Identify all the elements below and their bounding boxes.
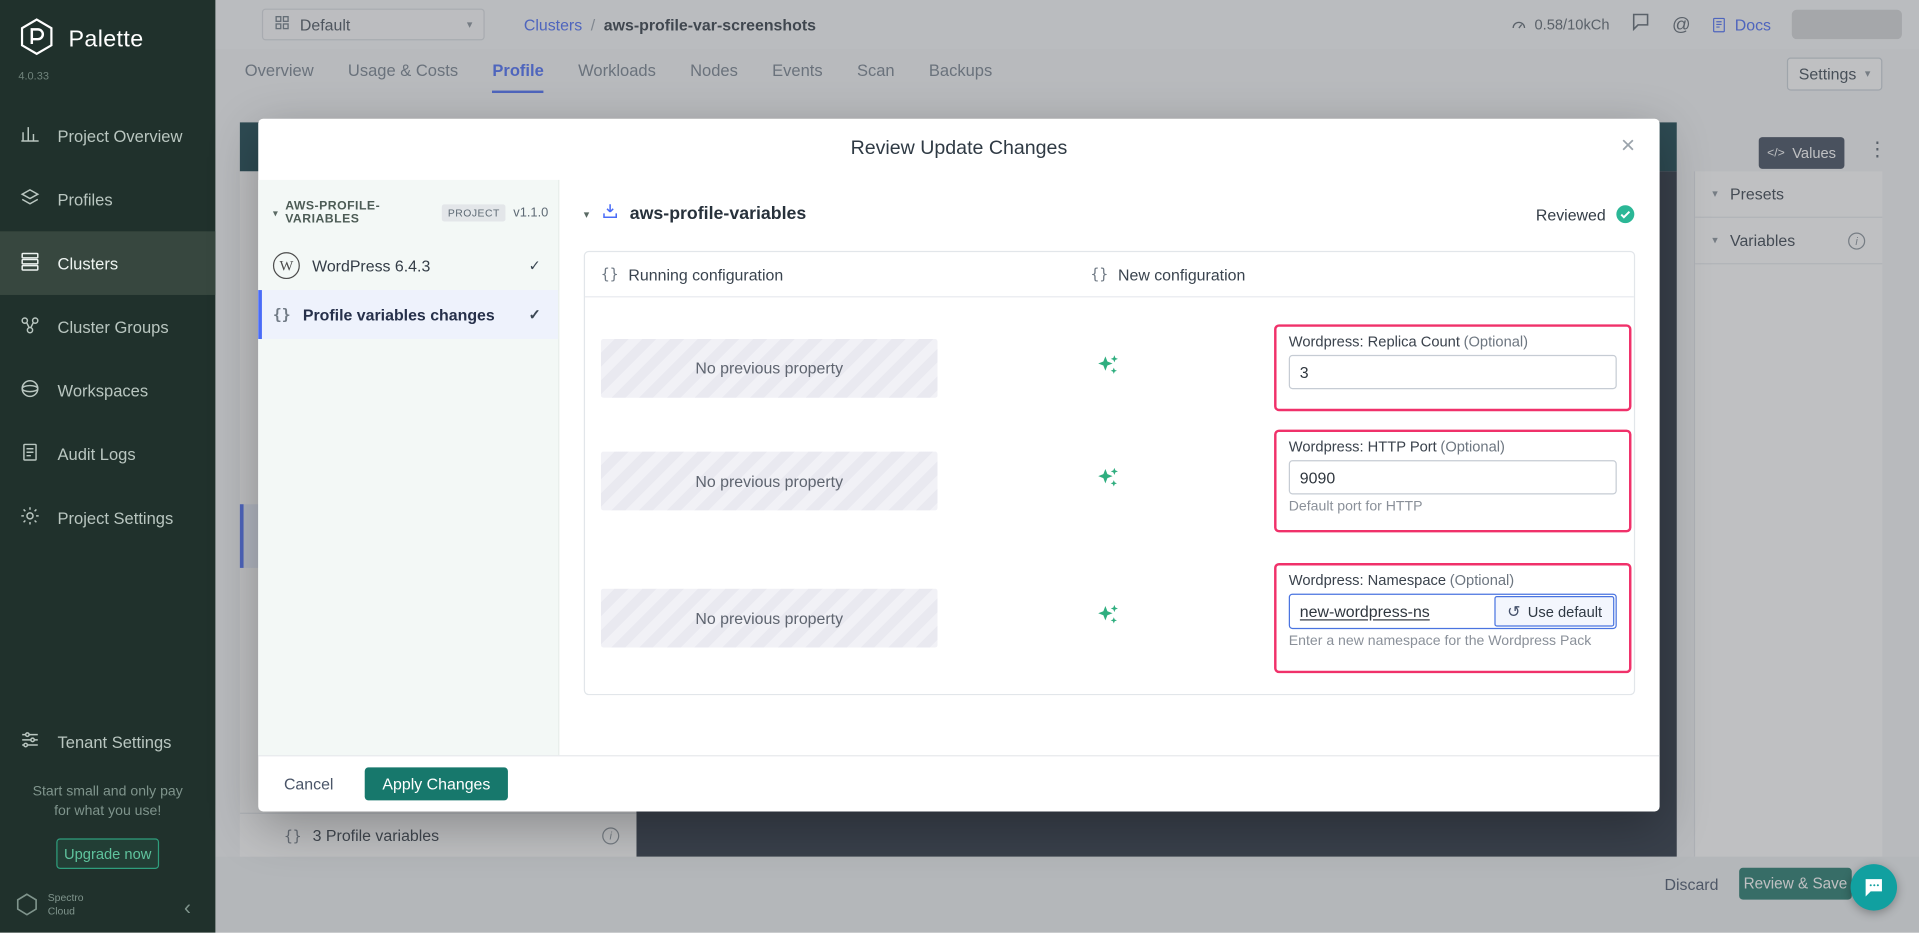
sidebar-item-audit-logs[interactable]: Audit Logs [0, 422, 215, 486]
change-row-replica-count: No previous property Wordpress: Replica … [601, 324, 1634, 411]
sidebar-item-project-overview[interactable]: Project Overview [0, 104, 215, 168]
http-port-input[interactable] [1289, 460, 1617, 494]
sidebar-nav: Project Overview Profiles Clusters Clust… [0, 104, 215, 549]
namespace-input-group: ↺ Use default [1289, 594, 1617, 629]
wordpress-icon: W [273, 252, 300, 279]
sidebar-item-label: Audit Logs [58, 445, 136, 463]
workspaces-icon [20, 378, 41, 402]
palette-logo: Palette [0, 0, 215, 65]
audit-logs-icon [20, 442, 41, 466]
project-overview-icon [20, 124, 41, 148]
change-row-http-port: No previous property Wordpress: HTTP Por… [601, 430, 1634, 533]
change-row-namespace: No previous property Wordpress: Namespac… [601, 563, 1634, 673]
new-variable-namespace: Wordpress: Namespace(Optional) ↺ Use def… [1274, 563, 1631, 673]
app-root: Palette 4.0.33 Project Overview Profiles [0, 0, 1919, 933]
check-icon: ✓ [529, 306, 541, 323]
sidebar-item-workspaces[interactable]: Workspaces [0, 359, 215, 423]
tree-item-wordpress[interactable]: W WordPress 6.4.3 ✓ [258, 241, 558, 290]
new-value-sparkle-icon [1094, 464, 1121, 497]
clusters-icon [20, 251, 41, 275]
cluster-groups-icon [20, 315, 41, 339]
variable-label: Wordpress: Namespace(Optional) [1289, 572, 1617, 589]
profile-version: v1.1.0 [513, 206, 548, 221]
tenant-settings-wrap: Tenant Settings [0, 710, 215, 774]
braces-icon: {} [273, 306, 291, 323]
replica-count-input[interactable] [1289, 355, 1617, 389]
no-previous-property-box: No previous property [601, 338, 938, 397]
sidebar-item-label: Profiles [58, 190, 113, 208]
sidebar-item-label: Clusters [58, 254, 119, 272]
sidebar-collapse-icon[interactable]: ‹ [184, 896, 191, 920]
scope-badge: PROJECT [442, 204, 506, 221]
running-configuration-column: {} Running configuration [585, 265, 1090, 283]
modal-footer: Cancel Apply Changes [258, 755, 1659, 811]
check-circle-icon [1616, 204, 1636, 224]
download-icon [600, 202, 618, 226]
tree-item-profile-variables[interactable]: {} Profile variables changes ✓ [258, 290, 558, 339]
undo-icon: ↺ [1507, 602, 1520, 622]
no-previous-property-box: No previous property [601, 452, 938, 511]
apply-changes-button[interactable]: Apply Changes [365, 767, 507, 800]
app-version: 4.0.33 [0, 65, 215, 89]
helper-text: Default port for HTTP [1289, 499, 1617, 514]
configuration-diff-box: {} Running configuration {} New configur… [584, 251, 1635, 695]
project-settings-gear-icon [20, 505, 41, 529]
pack-title: aws-profile-variables [630, 204, 807, 224]
sidebar-item-label: Project Overview [58, 127, 183, 145]
tree-item-label: WordPress 6.4.3 [312, 256, 430, 274]
spectro-cloud-logo-icon [15, 892, 39, 916]
braces-icon: {} [1090, 266, 1108, 283]
braces-icon: {} [601, 266, 619, 283]
new-variable-replica-count: Wordpress: Replica Count(Optional) [1274, 324, 1631, 411]
new-value-sparkle-icon [1094, 351, 1121, 384]
helper-text: Enter a new namespace for the Wordpress … [1289, 634, 1617, 649]
sidebar-item-label: Tenant Settings [58, 733, 172, 751]
variable-label: Wordpress: HTTP Port(Optional) [1289, 438, 1617, 455]
profiles-icon [20, 187, 41, 211]
modal-profile-tree: ▾ AWS-PROFILE-VARIABLES PROJECT v1.1.0 W… [258, 180, 559, 755]
spectro-cloud-brand: Spectro Cloud [15, 891, 84, 917]
chevron-down-icon[interactable]: ▾ [584, 207, 590, 220]
modal-body: ▾ AWS-PROFILE-VARIABLES PROJECT v1.1.0 W… [258, 180, 1659, 755]
cancel-button[interactable]: Cancel [284, 775, 334, 793]
variable-label: Wordpress: Replica Count(Optional) [1289, 333, 1617, 350]
sidebar-item-tenant-settings[interactable]: Tenant Settings [0, 710, 215, 774]
sidebar-item-label: Workspaces [58, 381, 149, 399]
new-value-sparkle-icon [1094, 602, 1121, 635]
modal-header: Review Update Changes × [258, 119, 1659, 180]
profile-name: AWS-PROFILE-VARIABLES [285, 199, 434, 226]
use-default-label: Use default [1528, 603, 1602, 620]
no-previous-property-box: No previous property [601, 589, 938, 648]
chat-bubble-icon [1862, 875, 1886, 899]
tree-item-label: Profile variables changes [303, 305, 495, 323]
app-title: Palette [69, 26, 144, 53]
pack-header: ▾ aws-profile-variables Reviewed [584, 202, 1635, 226]
sidebar-item-cluster-groups[interactable]: Cluster Groups [0, 295, 215, 359]
sidebar-item-clusters[interactable]: Clusters [0, 231, 215, 295]
sidebar-item-label: Project Settings [58, 509, 174, 527]
new-configuration-column: {} New configuration [1090, 265, 1245, 283]
check-icon: ✓ [529, 257, 541, 274]
sidebar-item-profiles[interactable]: Profiles [0, 168, 215, 232]
sidebar-item-project-settings[interactable]: Project Settings [0, 486, 215, 550]
tenant-settings-sliders-icon [20, 729, 41, 753]
upgrade-promo-text: Start small and only pay for what you us… [0, 783, 215, 821]
close-icon[interactable]: × [1621, 132, 1635, 160]
modal-title: Review Update Changes [851, 138, 1068, 160]
configuration-columns-header: {} Running configuration {} New configur… [585, 252, 1634, 297]
help-chat-button[interactable] [1851, 864, 1898, 911]
chevron-down-icon: ▾ [273, 207, 278, 218]
new-variable-http-port: Wordpress: HTTP Port(Optional) Default p… [1274, 430, 1631, 533]
review-update-changes-modal: Review Update Changes × ▾ AWS-PROFILE-VA… [258, 119, 1659, 812]
reviewed-label: Reviewed [1536, 205, 1606, 223]
sidebar-item-label: Cluster Groups [58, 318, 169, 336]
palette-logo-icon [17, 17, 56, 62]
use-default-button[interactable]: ↺ Use default [1495, 596, 1614, 627]
profile-tree-header[interactable]: ▾ AWS-PROFILE-VARIABLES PROJECT v1.1.0 [258, 190, 558, 241]
sidebar: Palette 4.0.33 Project Overview Profiles [0, 0, 215, 933]
upgrade-now-button[interactable]: Upgrade now [56, 838, 159, 869]
modal-content: ▾ aws-profile-variables Reviewed {} R [559, 180, 1659, 755]
reviewed-status: Reviewed [1536, 204, 1635, 224]
